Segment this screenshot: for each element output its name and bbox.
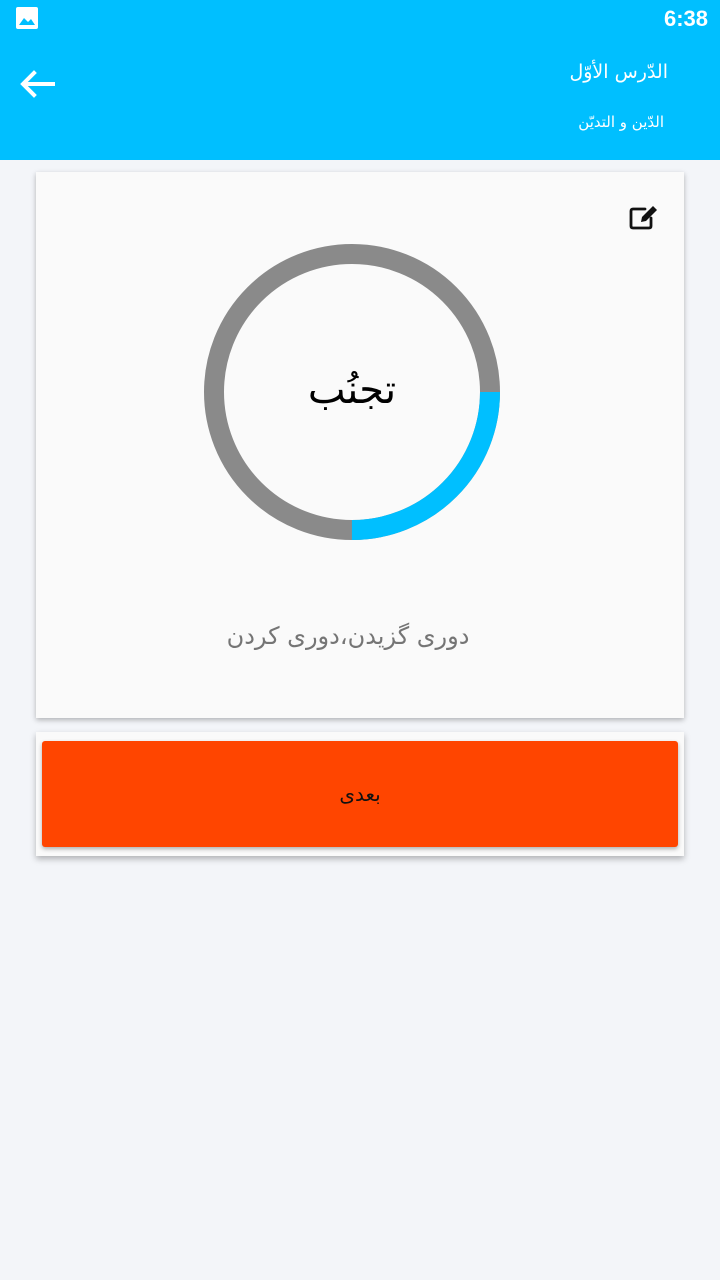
edit-icon — [628, 204, 660, 236]
status-bar: 6:38 — [0, 0, 720, 38]
lesson-title: الدّرس الأوّل — [569, 61, 668, 83]
flashcard: تجنُب دوری گزیدن،دوری کردن — [36, 172, 684, 718]
arrow-left-icon — [19, 70, 55, 102]
app-bar: الدّرس الأوّل الدّين و التديّن — [0, 38, 720, 160]
action-card: بعدی — [36, 732, 684, 856]
next-button[interactable]: بعدی — [42, 741, 678, 847]
word-meaning: دوری گزیدن،دوری کردن — [226, 622, 470, 650]
status-time: 6:38 — [663, 6, 708, 31]
lesson-subtitle: الدّين و التديّن — [578, 113, 664, 131]
vocabulary-word: تجنُب — [307, 367, 397, 413]
image-icon — [16, 7, 38, 29]
back-button[interactable] — [10, 62, 64, 110]
edit-button[interactable] — [624, 200, 664, 240]
